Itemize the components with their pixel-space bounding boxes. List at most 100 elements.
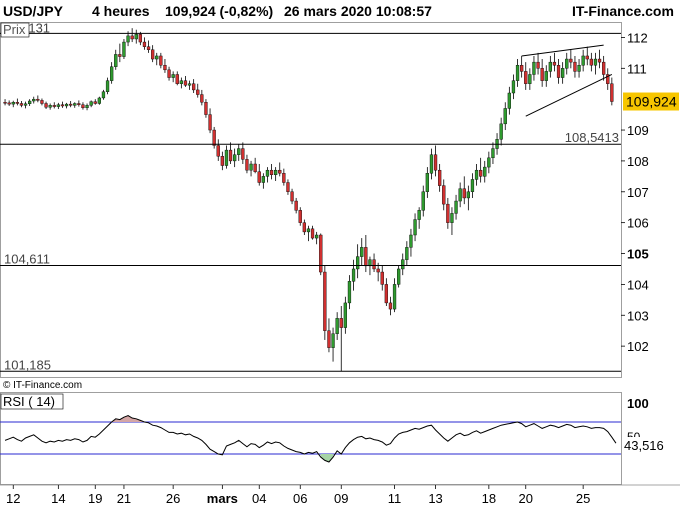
candle-body [479, 169, 483, 177]
candle-body [487, 157, 491, 168]
candle-body [114, 54, 118, 67]
candle-body [503, 108, 507, 125]
time-tick-label: 04 [252, 491, 266, 506]
candle-body [163, 65, 167, 71]
candle-body [339, 318, 343, 328]
rsi-panel-frame [0, 392, 622, 485]
candle-body [384, 284, 388, 304]
candle-body [347, 281, 352, 304]
candle-body [274, 169, 278, 176]
candle-body [556, 65, 561, 78]
candle-body [397, 268, 401, 285]
candle-body [208, 114, 212, 131]
price-tick-label: 109 [627, 123, 649, 138]
candle-body [319, 234, 323, 273]
time-tick-label: mars [207, 491, 238, 506]
candle-body [192, 83, 196, 91]
candle-body [524, 71, 528, 84]
candle-body [122, 41, 126, 57]
price-tick-label: 107 [627, 185, 649, 200]
candle-body [413, 219, 417, 236]
candle-body [36, 98, 40, 101]
time-tick-label: 14 [51, 491, 65, 506]
candle-body [167, 69, 171, 78]
level-label: 104,611 [4, 252, 50, 267]
candle-body [364, 247, 368, 267]
price-tick-label: 103 [627, 308, 649, 323]
time-tick-label: 13 [428, 491, 442, 506]
candle-body [380, 271, 384, 285]
candle-body [442, 185, 446, 205]
candle-body [433, 154, 438, 171]
candle-body [245, 159, 249, 171]
candle-body [60, 104, 65, 107]
candle-body [499, 123, 503, 140]
candle-body [540, 68, 544, 81]
candle-body [52, 105, 56, 107]
candle-body [597, 58, 602, 63]
candle-body [569, 58, 573, 63]
candle-body [216, 145, 220, 157]
rsi-layer [0, 415, 621, 463]
candle-body [577, 65, 581, 72]
candle-body [409, 234, 413, 248]
level-label: 101,185 [4, 357, 51, 372]
candle-body [257, 171, 261, 183]
candle-body [425, 173, 429, 192]
candle-body [196, 89, 200, 95]
candle-body [155, 55, 159, 60]
candle-body [126, 35, 130, 43]
candle-body [171, 74, 175, 78]
candle-body [552, 61, 557, 66]
candle-body [241, 148, 245, 160]
candle-body [417, 210, 421, 220]
candle-body [220, 156, 224, 166]
candle-body [101, 91, 106, 99]
candle-body [462, 188, 466, 199]
candle-body [335, 318, 339, 334]
candle-body [298, 210, 302, 223]
candle-body [89, 101, 93, 106]
candle-body [134, 34, 138, 40]
candle-body [269, 169, 274, 176]
candle-body [581, 55, 585, 66]
candle-body [3, 102, 7, 104]
candle-body [511, 80, 516, 94]
candle-body [105, 80, 110, 92]
trend-line [525, 74, 613, 117]
rsi-current-value: 43,516 [624, 438, 664, 453]
candle-body [474, 169, 479, 180]
candle-body [85, 105, 89, 109]
candle-body [466, 191, 470, 199]
candle-body [40, 100, 44, 104]
candle-body [368, 259, 372, 267]
candle-body [429, 154, 434, 174]
time-tick-label: 12 [6, 491, 20, 506]
rsi-tick-100: 100 [627, 396, 649, 411]
time-tick-label: 26 [166, 491, 180, 506]
axis-layer: 112 111 109 108 107 106 105 104 103 102 12 14 19 21 26… [6, 30, 649, 506]
candle-body [73, 103, 77, 106]
candle-body [290, 191, 294, 202]
candle-body [253, 163, 257, 172]
candle-body [356, 256, 360, 270]
time-tick-label: 20 [519, 491, 533, 506]
candle-body [446, 203, 450, 223]
candle-body [110, 66, 114, 81]
chart-window: USD/JPY 4 heures 109,924 (-0,82%) 26 mar… [0, 0, 680, 510]
candle-body [93, 101, 97, 104]
candle-body [351, 268, 356, 282]
price-tick-label: 112 [627, 30, 648, 45]
candle-body [421, 191, 425, 211]
chart-canvas: 112,131108,5413104,611101,185 1121111091… [0, 20, 680, 506]
rsi-line [4, 415, 617, 463]
candle-body [491, 148, 495, 159]
watermark: © IT-Finance.com [3, 380, 82, 391]
candle-body [23, 103, 28, 106]
candle-body [294, 200, 298, 211]
candle-body [44, 103, 48, 108]
candle-body [56, 104, 60, 107]
candle-body [187, 83, 192, 86]
candle-body [302, 222, 306, 233]
candle-body [483, 166, 487, 177]
